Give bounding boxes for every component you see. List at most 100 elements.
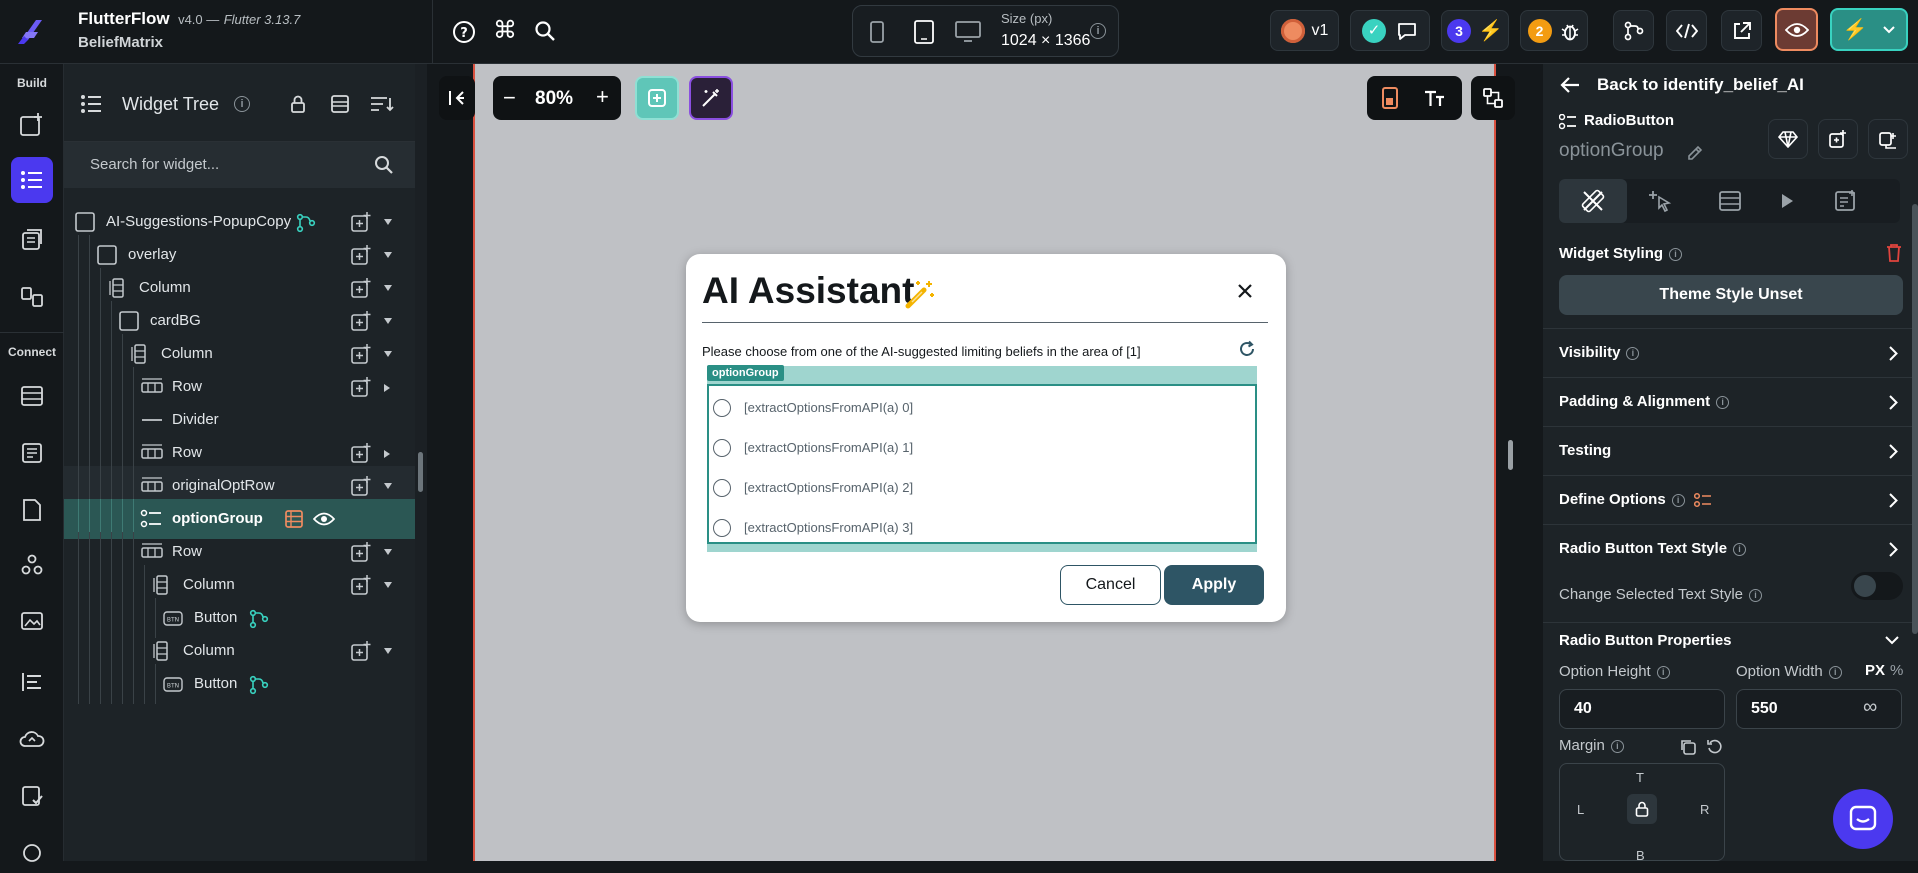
collapse-panel-icon[interactable] — [439, 76, 475, 120]
add-child-icon[interactable] — [350, 277, 372, 299]
add-child-icon[interactable] — [350, 541, 372, 563]
add-child-icon[interactable] — [350, 574, 372, 596]
section-header[interactable]: Radio Button Text Style i — [1543, 524, 1918, 573]
branch-action-icon[interactable] — [296, 213, 316, 233]
device-frame-icon[interactable] — [1381, 86, 1399, 110]
apply-button[interactable]: Apply — [1164, 565, 1264, 605]
chevron-down-icon[interactable] — [384, 285, 392, 291]
trash-icon[interactable] — [1885, 243, 1903, 263]
add-child-icon[interactable] — [350, 640, 372, 662]
help-icon[interactable]: ? — [452, 20, 476, 44]
info-icon[interactable]: i — [1669, 247, 1683, 261]
add-child-icon[interactable] — [350, 475, 372, 497]
edit-pencil-icon[interactable] — [1686, 144, 1704, 162]
canvas-scroll-handle[interactable] — [1508, 440, 1513, 470]
unit-px-toggle[interactable]: PX — [1865, 662, 1885, 679]
project-name[interactable]: BeliefMatrix — [78, 34, 163, 51]
flutterflow-logo-icon[interactable] — [14, 14, 48, 48]
branch-action-icon[interactable] — [249, 609, 269, 629]
chevron-down-icon[interactable] — [384, 582, 392, 588]
bugs-button[interactable]: 2 — [1520, 10, 1588, 51]
add-to-canvas-icon[interactable] — [635, 76, 679, 120]
radio-option[interactable]: [extractOptionsFromAPI(a) 3] — [713, 517, 1243, 539]
info-icon[interactable]: i — [1610, 739, 1624, 753]
add-child-icon[interactable] — [350, 244, 372, 266]
back-link[interactable]: Back to identify_belief_AI — [1597, 75, 1804, 95]
margin-left[interactable]: L — [1577, 802, 1584, 817]
tree-scrollbar[interactable] — [415, 64, 427, 861]
radio-option[interactable]: [extractOptionsFromAPI(a) 1] — [713, 437, 1243, 459]
section-header[interactable]: Define Options i — [1543, 475, 1918, 524]
margin-lock-icon[interactable] — [1627, 794, 1657, 824]
chevron-down-icon[interactable] — [384, 252, 392, 258]
chevron-right-icon[interactable] — [1889, 395, 1898, 410]
copy-icon[interactable] — [1679, 738, 1697, 756]
tab-actions[interactable] — [1647, 189, 1673, 213]
chevron-right-icon[interactable] — [1889, 542, 1898, 557]
zoom-in-icon[interactable]: + — [596, 84, 609, 110]
unit-percent-toggle[interactable]: % — [1890, 662, 1903, 679]
refresh-icon[interactable] — [1238, 340, 1256, 358]
add-child-icon[interactable] — [350, 310, 372, 332]
zoom-out-icon[interactable]: − — [503, 85, 516, 111]
zoom-level[interactable]: 80% — [535, 88, 573, 110]
chevron-down-icon[interactable] — [384, 351, 392, 357]
widget-search-input[interactable]: Search for widget... — [64, 142, 415, 188]
desktop-icon[interactable] — [955, 21, 981, 43]
size-value[interactable]: 1024 × 1366 — [1001, 32, 1090, 50]
media-icon[interactable] — [12, 602, 52, 642]
chevron-down-icon[interactable] — [384, 549, 392, 555]
chevron-right-icon[interactable] — [1889, 444, 1898, 459]
add-child-icon[interactable] — [1818, 119, 1858, 159]
text-scale-icon[interactable] — [1423, 88, 1445, 108]
radio-circle-icon[interactable] — [713, 439, 731, 457]
properties-scrollbar[interactable] — [1912, 204, 1918, 634]
add-child-icon[interactable] — [350, 343, 372, 365]
close-icon[interactable] — [1236, 282, 1254, 300]
chevron-right-icon[interactable] — [384, 450, 390, 458]
options-icon[interactable] — [1693, 492, 1712, 508]
run-button[interactable]: ⚡ — [1830, 8, 1908, 51]
code-icon[interactable] — [1666, 10, 1707, 51]
margin-right[interactable]: R — [1700, 802, 1709, 817]
radio-circle-icon[interactable] — [713, 479, 731, 497]
info-icon[interactable]: i — [234, 95, 250, 113]
file-icon[interactable] — [12, 490, 52, 530]
settings-icon[interactable] — [12, 833, 52, 873]
info-icon[interactable]: i — [1626, 346, 1640, 360]
margin-top[interactable]: T — [1636, 770, 1644, 785]
responsive-icon[interactable] — [1471, 76, 1515, 120]
search-icon[interactable] — [374, 155, 394, 175]
info-icon[interactable]: i — [1828, 665, 1842, 679]
option-height-input[interactable]: 40 — [1559, 689, 1725, 729]
chevron-right-icon[interactable] — [384, 384, 390, 392]
radio-option[interactable]: [extractOptionsFromAPI(a) 0] — [713, 397, 1243, 419]
chevron-down-icon[interactable] — [384, 318, 392, 324]
section-header[interactable]: Padding & Alignment i — [1543, 377, 1918, 426]
issues-button[interactable]: 3 ⚡ — [1441, 10, 1509, 51]
add-child-icon[interactable] — [350, 211, 372, 233]
cloud-icon[interactable] — [12, 719, 52, 759]
backend-query-icon[interactable] — [284, 509, 304, 529]
tab-animations[interactable] — [1779, 192, 1795, 210]
radio-button-properties-title[interactable]: Radio Button Properties — [1559, 632, 1732, 649]
info-icon[interactable]: i — [1749, 588, 1763, 602]
info-icon[interactable]: i — [1733, 542, 1747, 556]
sort-icon[interactable] — [370, 95, 394, 113]
diamond-icon[interactable] — [1768, 119, 1808, 159]
radio-option[interactable]: [extractOptionsFromAPI(a) 2] — [713, 477, 1243, 499]
widget-tree-icon[interactable] — [11, 157, 53, 203]
collapse-all-icon[interactable] — [330, 94, 350, 114]
page-selector-icon[interactable] — [12, 277, 52, 317]
section-header[interactable]: Visibility i — [1543, 328, 1918, 377]
branch-icon[interactable] — [1613, 10, 1654, 51]
version-button[interactable]: v1 — [1270, 10, 1339, 51]
tests-icon[interactable] — [12, 776, 52, 816]
status-chat-button[interactable]: ✓ — [1350, 10, 1430, 51]
branch-action-icon[interactable] — [249, 675, 269, 695]
chevron-right-icon[interactable] — [1889, 346, 1898, 361]
magic-edit-icon[interactable] — [689, 76, 733, 120]
back-arrow-icon[interactable] — [1560, 76, 1580, 94]
chevron-down-icon[interactable] — [384, 219, 392, 225]
chevron-down-icon[interactable] — [384, 483, 392, 489]
